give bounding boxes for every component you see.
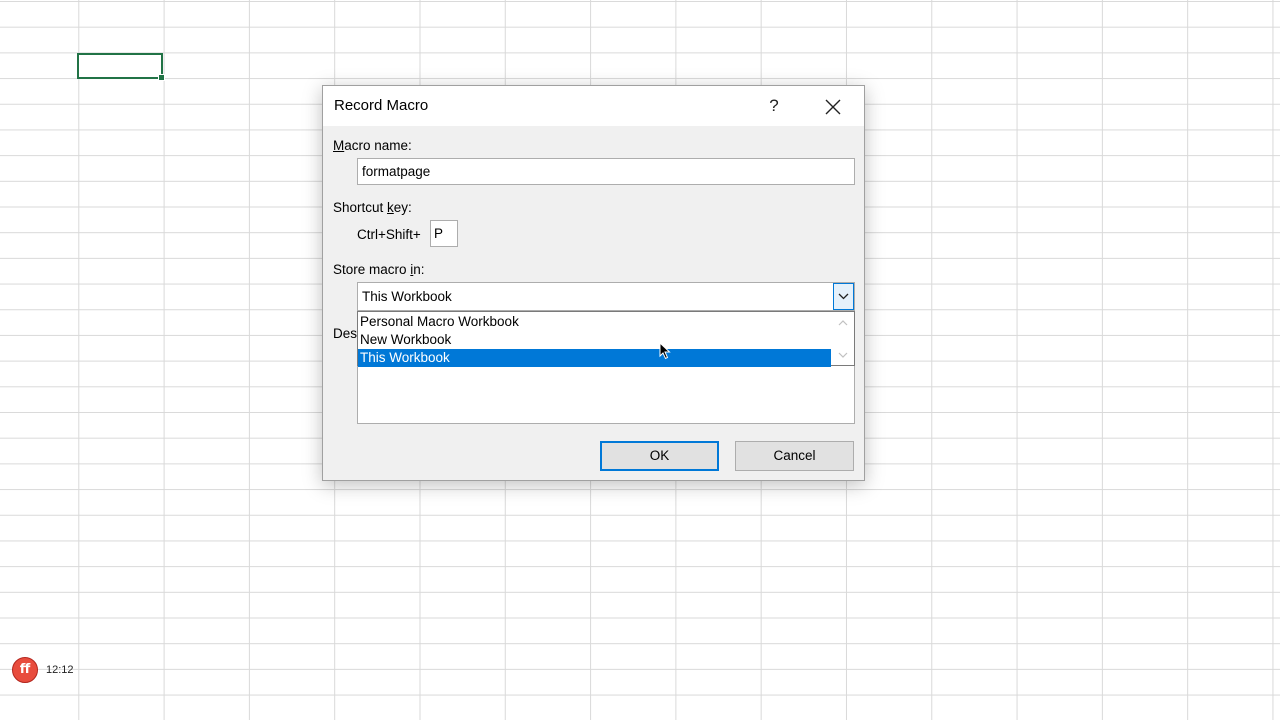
chevron-down-icon xyxy=(838,293,849,300)
close-icon xyxy=(825,99,841,115)
shortcut-key-label: Shortcut key: xyxy=(333,200,412,215)
dropdown-button[interactable] xyxy=(833,283,854,310)
help-button[interactable]: ? xyxy=(762,95,786,119)
active-cell[interactable] xyxy=(77,53,165,81)
macro-name-input[interactable]: formatpage xyxy=(357,158,855,185)
close-button[interactable] xyxy=(820,94,846,120)
option-this-workbook[interactable]: This Workbook xyxy=(358,349,831,367)
store-macro-listbox[interactable]: Personal Macro Workbook New Workbook Thi… xyxy=(357,311,855,367)
ok-button[interactable]: OK xyxy=(600,441,719,471)
recording-timer: 12:12 xyxy=(46,664,74,676)
shortcut-key-value: P xyxy=(434,226,444,241)
store-macro-label: Store macro in: xyxy=(333,262,425,277)
mouse-pointer-icon xyxy=(659,342,671,360)
fill-handle[interactable] xyxy=(158,74,165,81)
macro-name-value: formatpage xyxy=(362,164,431,179)
dialog-titlebar: Record Macro ? xyxy=(323,86,864,126)
scroll-down-icon[interactable] xyxy=(832,346,854,364)
store-macro-selected: This Workbook xyxy=(362,289,452,304)
cancel-button[interactable]: Cancel xyxy=(735,441,854,471)
screen-recorder-overlay: ff 12:12 xyxy=(12,657,74,683)
macro-name-label: Macro name: xyxy=(333,138,412,153)
option-new-workbook[interactable]: New Workbook xyxy=(358,331,831,349)
listbox-scrollbar[interactable] xyxy=(832,312,854,365)
option-personal-macro-workbook[interactable]: Personal Macro Workbook xyxy=(358,313,831,331)
scroll-up-icon[interactable] xyxy=(832,314,854,332)
store-macro-combobox[interactable]: This Workbook xyxy=(357,282,855,311)
description-label: Des xyxy=(333,326,358,341)
dialog-title: Record Macro xyxy=(334,97,429,114)
record-macro-dialog: Record Macro ? Macro name: formatpage Sh… xyxy=(322,85,865,481)
recorder-logo-icon: ff xyxy=(12,657,38,683)
ctrl-shift-prefix: Ctrl+Shift+ xyxy=(357,227,421,242)
shortcut-key-input[interactable]: P xyxy=(430,220,458,247)
